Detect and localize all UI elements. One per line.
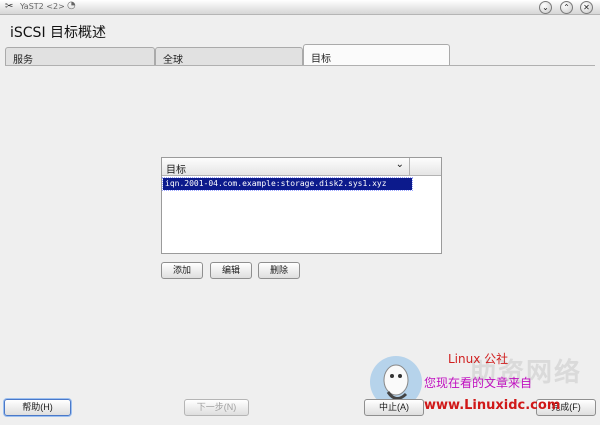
column-header-target[interactable]: 目标 ⌄: [162, 158, 410, 176]
delete-button[interactable]: 删除: [258, 262, 300, 279]
edit-button[interactable]: 编辑: [210, 262, 252, 279]
minimize-icon[interactable]: ⌄: [539, 1, 552, 14]
watermark-line1: Linux 公社: [448, 352, 509, 366]
watermark-line2: 您现在看的文章来自: [424, 376, 533, 390]
tab-services[interactable]: 服务: [5, 47, 155, 66]
yast-app-icon: ✂: [5, 1, 14, 12]
maximize-icon[interactable]: ⌃: [560, 1, 573, 14]
next-button[interactable]: 下一步(N): [184, 399, 249, 416]
chevron-down-icon[interactable]: ⌄: [396, 159, 404, 170]
tab-targets[interactable]: 目标: [303, 44, 450, 66]
page-title: iSCSI 目标概述: [10, 25, 107, 41]
column-header-filler: [410, 158, 441, 176]
watermark-url: www.Linuxidc.com: [424, 398, 561, 413]
help-button[interactable]: 帮助(H): [4, 399, 71, 416]
add-button[interactable]: 添加: [161, 262, 203, 279]
tab-bar: 服务 全球 目标: [5, 44, 595, 66]
tab-divider: [5, 65, 595, 66]
window-title: YaST2 <2>: [20, 2, 65, 11]
window-titlebar: ✂ YaST2 <2> ◔ ⌄ ⌃ ✕: [0, 0, 600, 15]
table-row[interactable]: iqn.2001-04.com.example:storage.disk2.sy…: [162, 177, 413, 191]
tab-global[interactable]: 全球: [155, 47, 303, 66]
abort-button[interactable]: 中止(A): [364, 399, 424, 416]
targets-table[interactable]: 目标 ⌄ iqn.2001-04.com.example:storage.dis…: [161, 157, 442, 254]
close-icon[interactable]: ✕: [580, 1, 593, 14]
column-header-label: 目标: [166, 165, 186, 176]
swirl-icon: ◔: [67, 0, 76, 11]
